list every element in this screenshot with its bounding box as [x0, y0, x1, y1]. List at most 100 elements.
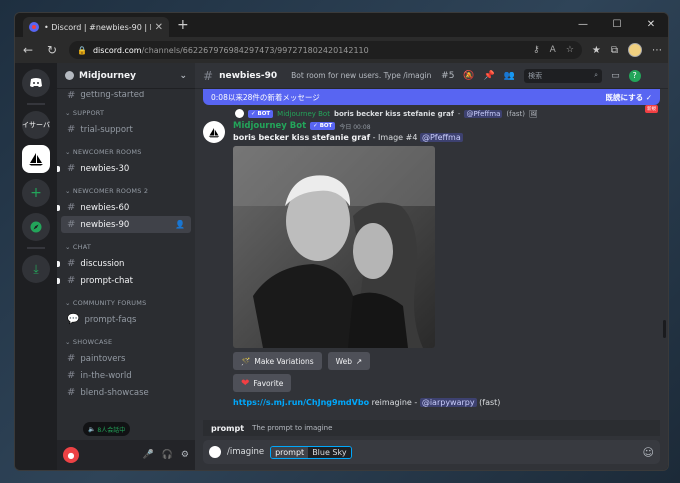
settings-gear-icon[interactable]: ⚙: [181, 450, 189, 460]
generated-image[interactable]: [233, 146, 435, 348]
close-window-icon[interactable]: ✕: [634, 13, 668, 37]
download-icon[interactable]: ⤓: [22, 255, 50, 283]
channel-trial-support[interactable]: # trial-support: [61, 121, 191, 138]
message-mention[interactable]: @Pfeffma: [419, 133, 463, 142]
channel-sidebar: Midjourney ⌄ # getting-started ⌄ SUPPORT …: [57, 63, 195, 470]
category-showcase[interactable]: ⌄ SHOWCASE: [65, 338, 191, 346]
category-newcomer-rooms-2[interactable]: ⌄ NEWCOMER ROOMS 2: [65, 187, 191, 195]
user-avatar[interactable]: ●: [63, 447, 79, 463]
message-timestamp: 今日 00:08: [339, 123, 371, 131]
collections-icon[interactable]: ⧉: [611, 45, 618, 56]
window-controls: — ☐ ✕: [566, 13, 668, 37]
mark-as-read-label: 既読にする: [605, 92, 644, 102]
inbox-icon[interactable]: ▭: [611, 71, 620, 81]
category-community-forums[interactable]: ⌄ COMMUNITY FORUMS: [65, 299, 191, 307]
mark-as-read-button[interactable]: 既読にする ✓: [606, 92, 652, 103]
url-tools: ⚷ A ☆: [533, 45, 574, 55]
more-menu-icon[interactable]: ⋯: [652, 45, 662, 56]
reply-speed: (fast): [506, 109, 525, 118]
web-button[interactable]: Web ↗: [327, 352, 371, 370]
back-arrow-icon[interactable]: ←: [21, 43, 35, 57]
channel-getting-started[interactable]: # getting-started: [61, 91, 191, 99]
headphones-icon[interactable]: 🎧: [162, 450, 173, 460]
invite-user-icon[interactable]: 👤: [175, 220, 185, 229]
channel-newbies-30[interactable]: # newbies-30: [57, 160, 191, 177]
new-tab-icon[interactable]: +: [177, 17, 189, 33]
channel-prompt-chat[interactable]: # prompt-chat: [57, 272, 191, 289]
close-tab-icon[interactable]: ✕: [155, 22, 163, 33]
server-text-item[interactable]: イサーバ: [22, 111, 50, 139]
favorite-row: ❤ Favorite: [233, 374, 668, 392]
read-aloud-icon[interactable]: A: [550, 45, 556, 55]
emoji-icon[interactable]: ☺: [643, 446, 654, 459]
browser-tab[interactable]: • Discord | #newbies-90 | Midjou ✕: [23, 17, 169, 37]
channel-newbies-60[interactable]: # newbies-60: [57, 199, 191, 216]
minimize-icon[interactable]: —: [566, 13, 600, 37]
category-label: SHOWCASE: [72, 338, 113, 346]
next-message-line: https://s.mj.run/ChJng9mdVbo reimagine -…: [233, 398, 668, 407]
channel-topic[interactable]: Bot room for new users. Type /imagin...: [291, 71, 431, 80]
channel-newbies-90[interactable]: # newbies-90 👤: [61, 216, 191, 233]
refresh-icon[interactable]: ↻: [45, 43, 59, 57]
help-icon[interactable]: ?: [628, 69, 641, 82]
add-server-icon[interactable]: +: [22, 179, 50, 207]
link-speed: (fast): [479, 398, 501, 407]
message-composer[interactable]: /imagine prompt Blue Sky ☺: [203, 440, 660, 464]
image-link[interactable]: https://s.mj.run/ChJng9mdVbo: [233, 398, 369, 407]
channel-blend-showcase[interactable]: # blend-showcase: [61, 384, 191, 401]
message-list: 新規 ✓ BOT Midjourney Bot boris becker kis…: [195, 105, 668, 470]
category-support[interactable]: ⌄ SUPPORT: [65, 109, 191, 117]
browser-window: • Discord | #newbies-90 | Midjou ✕ + — ☐…: [14, 12, 669, 471]
explore-compass-icon[interactable]: [22, 213, 50, 241]
channel-paintovers[interactable]: # paintovers: [61, 350, 191, 367]
threads-icon[interactable]: #5: [441, 71, 454, 81]
voice-badge-label: 8人会話中: [97, 426, 126, 434]
guild-header[interactable]: Midjourney ⌄: [57, 63, 195, 89]
option-key: prompt: [211, 423, 245, 433]
channel-in-the-world[interactable]: # in-the-world: [61, 367, 191, 384]
new-messages-tag: 新規: [645, 105, 658, 113]
category-chat[interactable]: ⌄ CHAT: [65, 243, 191, 251]
url-field[interactable]: 🔒 discord.com/channels/66226797698429747…: [69, 41, 582, 59]
message-author[interactable]: Midjourney Bot: [233, 121, 306, 131]
bot-avatar[interactable]: [203, 121, 225, 143]
pin-icon[interactable]: 📌: [484, 71, 495, 81]
favorites-icon[interactable]: ★: [592, 45, 601, 56]
search-input[interactable]: 検索 ⌕: [524, 68, 603, 83]
discord-home-icon[interactable]: [22, 69, 50, 97]
category-label: COMMUNITY FORUMS: [72, 299, 147, 307]
server-list: イサーバ + ⤓: [15, 63, 57, 470]
channel-title: newbies-90: [219, 70, 278, 81]
new-messages-banner[interactable]: 0:08以来28件の新着メッセージ 既読にする ✓: [203, 89, 660, 105]
maximize-icon[interactable]: ☐: [600, 13, 634, 37]
link-mention[interactable]: @iarpywarpy: [419, 398, 477, 407]
favorite-star-icon[interactable]: ☆: [566, 45, 574, 55]
mute-mic-icon[interactable]: 🎤: [142, 450, 153, 460]
option-value[interactable]: Blue Sky: [308, 446, 351, 458]
make-variations-button[interactable]: 🪄 Make Variations: [233, 352, 322, 370]
speaker-icon: 🔈: [88, 425, 96, 433]
reply-preview[interactable]: ✓ BOT Midjourney Bot boris becker kiss s…: [235, 109, 668, 118]
scrollbar-thumb[interactable]: [663, 320, 666, 338]
voice-activity-badge[interactable]: 🔈 8人会話中: [83, 422, 131, 436]
url-path: /channels/662267976984297473/99727180242…: [141, 45, 369, 55]
reply-mention[interactable]: @Pfeffma: [464, 109, 503, 118]
tab-title: • Discord | #newbies-90 | Midjou: [44, 22, 151, 32]
channel-prompt-faqs[interactable]: 💬 prompt-faqs: [61, 311, 191, 328]
button-label: Web: [335, 356, 353, 366]
key-icon[interactable]: ⚷: [533, 45, 540, 55]
member-list-icon[interactable]: 👥: [504, 71, 515, 81]
mute-bell-icon[interactable]: 🔕: [463, 71, 474, 81]
favorite-button[interactable]: ❤ Favorite: [233, 374, 292, 392]
profile-avatar[interactable]: [628, 43, 642, 57]
hash-icon: #: [67, 219, 76, 230]
channel-discussion[interactable]: # discussion: [57, 255, 191, 272]
unread-dot: [57, 165, 60, 172]
heart-icon: ❤: [241, 377, 250, 389]
midjourney-server-icon[interactable]: [22, 145, 50, 173]
message-text: boris becker kiss stefanie graf - Image …: [233, 133, 668, 142]
bot-badge-label: BOT: [257, 110, 271, 117]
prompt-option-field[interactable]: prompt Blue Sky: [270, 445, 352, 459]
unread-dot: [57, 204, 60, 211]
category-newcomer-rooms[interactable]: ⌄ NEWCOMER ROOMS: [65, 148, 191, 156]
